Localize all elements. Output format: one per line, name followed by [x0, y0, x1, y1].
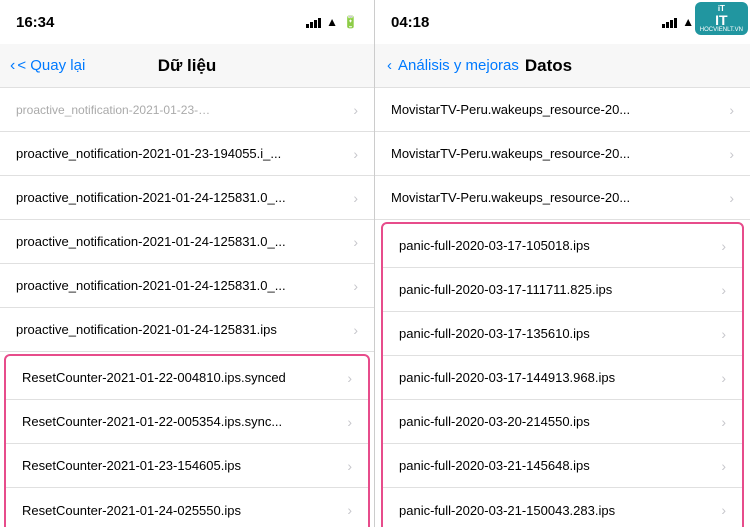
list-item-text: proactive_notification-2021-01-24-125831…	[16, 234, 347, 249]
watermark-logo: IT	[715, 13, 727, 27]
chevron-right-icon: ›	[721, 370, 726, 386]
right-panel: iT IT HOCVIENLT.VN 04:18 ▲ ⚡ 🔋 ‹ Análisi…	[375, 0, 750, 527]
nav-title-right: Datos	[525, 56, 572, 76]
list-item-highlighted[interactable]: panic-full-2020-03-17-144913.968.ips ›	[383, 356, 742, 400]
list-item-highlighted[interactable]: ResetCounter-2021-01-23-154605.ips ›	[6, 444, 368, 488]
list-item-text: panic-full-2020-03-17-105018.ips	[399, 238, 715, 253]
chevron-right-icon: ›	[721, 502, 726, 518]
list-item-text: ResetCounter-2021-01-22-004810.ips.synce…	[22, 370, 341, 385]
back-label-left: < Quay lại	[17, 57, 85, 74]
list-item-text: proactive_notification-2021-01-23-194055…	[16, 146, 347, 161]
list-item-highlighted[interactable]: panic-full-2020-03-20-214550.ips ›	[383, 400, 742, 444]
chevron-right-icon: ›	[353, 146, 358, 162]
list-item[interactable]: proactive_notification-2021-01-24-125831…	[0, 176, 374, 220]
watermark: iT IT HOCVIENLT.VN	[695, 2, 748, 35]
nav-subtitle-right: Análisis y mejoras	[398, 57, 519, 74]
left-panel: 16:34 ▲ 🔋 ‹ < Quay lại Dữ liệu proactive…	[0, 0, 375, 527]
chevron-right-icon: ›	[353, 278, 358, 294]
nav-bar-right: ‹ Análisis y mejoras Datos	[375, 44, 750, 88]
list-item-text: panic-full-2020-03-17-135610.ips	[399, 326, 715, 341]
wifi-icon-right: ▲	[682, 15, 694, 29]
list-item-text: proactive_notification-2021-01-24-125831…	[16, 278, 347, 293]
chevron-right-icon: ›	[353, 234, 358, 250]
nav-bar-left: ‹ < Quay lại Dữ liệu	[0, 44, 374, 88]
list-item-text: ResetCounter-2021-01-23-154605.ips	[22, 458, 341, 473]
chevron-right-icon: ›	[721, 458, 726, 474]
list-item-highlighted[interactable]: panic-full-2020-03-17-105018.ips ›	[383, 224, 742, 268]
list-item-text: proactive_notification-2021-01-23-…	[16, 103, 347, 117]
list-item-text: panic-full-2020-03-21-150043.283.ips	[399, 503, 715, 518]
list-item-text: MovistarTV-Peru.wakeups_resource-20...	[391, 146, 723, 161]
list-left: proactive_notification-2021-01-23-… › pr…	[0, 88, 374, 527]
list-item[interactable]: MovistarTV-Peru.wakeups_resource-20... ›	[375, 176, 750, 220]
chevron-right-icon: ›	[729, 190, 734, 206]
list-item[interactable]: MovistarTV-Peru.wakeups_resource-20... ›	[375, 132, 750, 176]
list-item-text: panic-full-2020-03-21-145648.ips	[399, 458, 715, 473]
chevron-right-icon: ›	[721, 238, 726, 254]
list-item-highlighted[interactable]: panic-full-2020-03-21-145648.ips ›	[383, 444, 742, 488]
list-item-text: MovistarTV-Peru.wakeups_resource-20...	[391, 102, 723, 117]
list-item-highlighted[interactable]: ResetCounter-2021-01-24-025550.ips ›	[6, 488, 368, 527]
battery-icon-left: 🔋	[343, 15, 358, 29]
list-right: MovistarTV-Peru.wakeups_resource-20... ›…	[375, 88, 750, 527]
list-item[interactable]: proactive_notification-2021-01-24-125831…	[0, 264, 374, 308]
list-item-highlighted[interactable]: ResetCounter-2021-01-22-005354.ips.sync.…	[6, 400, 368, 444]
highlight-group-left: ResetCounter-2021-01-22-004810.ips.synce…	[4, 354, 370, 527]
wifi-icon-left: ▲	[326, 15, 338, 29]
chevron-right-icon: ›	[729, 146, 734, 162]
list-item-text: ResetCounter-2021-01-22-005354.ips.sync.…	[22, 414, 341, 429]
list-item-text: panic-full-2020-03-17-144913.968.ips	[399, 370, 715, 385]
list-item-highlighted[interactable]: panic-full-2020-03-21-150043.283.ips ›	[383, 488, 742, 527]
list-item[interactable]: proactive_notification-2021-01-23-… ›	[0, 88, 374, 132]
status-bar-right: 04:18 ▲ ⚡ 🔋	[375, 0, 750, 44]
status-time-right: 04:18	[391, 14, 429, 31]
chevron-right-icon: ›	[721, 282, 726, 298]
watermark-site: HOCVIENLT.VN	[700, 27, 743, 33]
highlight-group-right: panic-full-2020-03-17-105018.ips › panic…	[381, 222, 744, 527]
chevron-right-icon: ›	[347, 370, 352, 386]
chevron-right-icon: ›	[721, 326, 726, 342]
list-item-text: panic-full-2020-03-17-111711.825.ips	[399, 282, 715, 297]
chevron-right-icon: ›	[353, 102, 358, 118]
list-item[interactable]: MovistarTV-Peru.wakeups_resource-20... ›	[375, 88, 750, 132]
chevron-left-icon-left: ‹	[10, 57, 15, 75]
list-item-highlighted[interactable]: panic-full-2020-03-17-135610.ips ›	[383, 312, 742, 356]
chevron-right-icon: ›	[347, 458, 352, 474]
list-item[interactable]: proactive_notification-2021-01-24-125831…	[0, 308, 374, 352]
list-item-highlighted[interactable]: ResetCounter-2021-01-22-004810.ips.synce…	[6, 356, 368, 400]
nav-back-right-button[interactable]: ‹	[387, 57, 392, 74]
signal-icon-left	[306, 16, 321, 28]
list-item-highlighted[interactable]: panic-full-2020-03-17-111711.825.ips ›	[383, 268, 742, 312]
signal-icon-right	[662, 16, 677, 28]
list-item-text: MovistarTV-Peru.wakeups_resource-20...	[391, 190, 723, 205]
chevron-right-icon: ›	[347, 502, 352, 518]
status-time-left: 16:34	[16, 14, 54, 31]
status-icons-left: ▲ 🔋	[306, 15, 358, 29]
chevron-right-icon: ›	[353, 322, 358, 338]
nav-back-left-button[interactable]: ‹ < Quay lại	[10, 57, 85, 75]
nav-title-left: Dữ liệu	[158, 56, 217, 76]
list-item-text: proactive_notification-2021-01-24-125831…	[16, 322, 347, 337]
chevron-left-icon-right: ‹	[387, 57, 392, 74]
list-item[interactable]: proactive_notification-2021-01-24-125831…	[0, 220, 374, 264]
status-bar-left: 16:34 ▲ 🔋	[0, 0, 374, 44]
chevron-right-icon: ›	[729, 102, 734, 118]
list-item-text: panic-full-2020-03-20-214550.ips	[399, 414, 715, 429]
chevron-right-icon: ›	[347, 414, 352, 430]
chevron-right-icon: ›	[721, 414, 726, 430]
list-item-text: ResetCounter-2021-01-24-025550.ips	[22, 503, 341, 518]
list-item[interactable]: proactive_notification-2021-01-23-194055…	[0, 132, 374, 176]
list-item-text: proactive_notification-2021-01-24-125831…	[16, 190, 347, 205]
chevron-right-icon: ›	[353, 190, 358, 206]
